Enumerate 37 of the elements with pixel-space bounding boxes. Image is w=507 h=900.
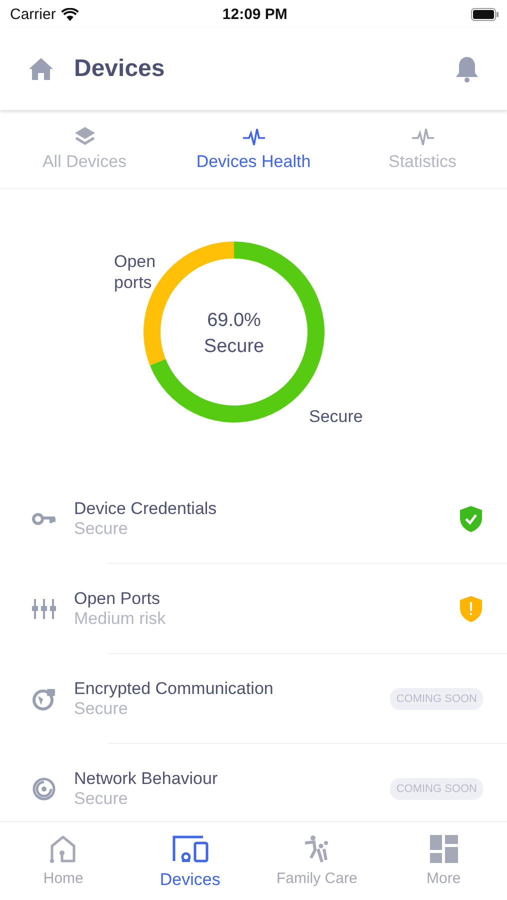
pulse-icon [242,126,266,148]
check-status: Secure [74,699,129,719]
devices-icon [170,834,210,864]
tab[interactable]: Statistics [338,110,507,188]
secure-label: Secure [203,336,264,356]
segment-label: Open ports [114,252,156,292]
shield-warning-icon [459,595,483,623]
wifi-icon [60,8,79,20]
check-status: Secure [74,789,129,809]
bell-icon[interactable] [455,55,479,83]
nav-tab[interactable]: Family Care [254,822,380,900]
house-icon [48,834,78,864]
segment-label: Secure [308,406,362,426]
nav-tab[interactable]: Devices [126,822,254,900]
pulse-icon [410,126,434,148]
sliders-icon [32,598,56,620]
tab[interactable]: All Devices [0,110,169,188]
check-title: Encrypted Communication [74,679,274,699]
check-status: Medium risk [74,609,167,629]
carrier-label: Carrier [10,6,56,22]
check-title: Network Behaviour [74,769,219,789]
check-status: Secure [74,519,129,539]
secure-percentage: 69.0% [206,310,260,330]
key-icon [32,512,56,526]
nav-tab[interactable]: More [380,822,507,900]
tab[interactable]: Devices Health [169,110,338,188]
nav-tab[interactable]: Home [0,822,127,900]
shield-check-icon [459,505,483,533]
layers-icon [72,126,96,148]
battery-icon [470,8,499,20]
grid-icon [428,834,459,864]
status-time: 12:09 PM [222,6,288,22]
check-title: Device Credentials [74,499,218,519]
radar-icon [32,777,56,801]
check-title: Open Ports [74,589,161,609]
home-icon[interactable] [28,57,54,81]
page-title: Devices [74,55,166,83]
